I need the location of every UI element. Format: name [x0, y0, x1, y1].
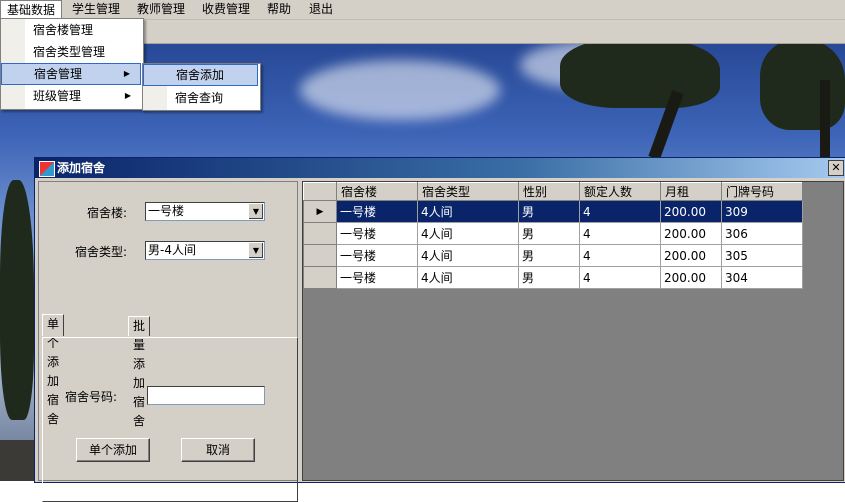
dorm-type-label: 宿舍类型: [75, 245, 128, 259]
ground [0, 440, 34, 481]
table-cell[interactable]: 4人间 [417, 200, 519, 223]
single-add-button[interactable]: 单个添加 [76, 438, 150, 462]
chevron-down-icon[interactable]: ▼ [248, 243, 263, 258]
tab-single-add[interactable]: 单个添加宿舍 [42, 314, 65, 426]
table-cell[interactable]: 男 [518, 200, 580, 223]
menu-bar: 基础数据 学生管理 教师管理 收费管理 帮助 退出 [0, 0, 845, 20]
cancel-button[interactable]: 取消 [181, 438, 255, 462]
row-header[interactable] [303, 244, 337, 267]
tree [560, 38, 720, 108]
table-cell[interactable]: 一号楼 [336, 222, 418, 245]
dorm-grid: 宿舍楼 宿舍类型 性别 额定人数 月租 门牌号码 ▶ 一号楼 4人间 男 4 2… [302, 181, 844, 481]
table-cell[interactable]: 男 [518, 266, 580, 289]
app-icon [39, 161, 55, 177]
table-cell[interactable]: 306 [721, 222, 803, 245]
dorm-number-input[interactable] [147, 386, 265, 405]
table-cell[interactable]: 304 [721, 266, 803, 289]
table-cell[interactable]: 200.00 [660, 200, 722, 223]
table-cell[interactable]: 4 [579, 222, 661, 245]
table-cell[interactable]: 4 [579, 244, 661, 267]
building-select[interactable]: 一号楼 ▼ [145, 202, 265, 221]
tree [0, 180, 34, 420]
submenu-arrow-icon: ▶ [124, 91, 131, 100]
menu-item-query-dorm[interactable]: 宿舍查询 [143, 87, 258, 109]
chevron-down-icon[interactable]: ▼ [248, 204, 263, 219]
menu-basic-data[interactable]: 基础数据 [0, 0, 63, 19]
table-cell[interactable]: 309 [721, 200, 803, 223]
dorm-submenu: 宿舍添加 宿舍查询 [142, 63, 261, 111]
dorm-type-select-value: 男-4人间 [148, 243, 196, 257]
table-row[interactable]: 一号楼 4人间 男 4 200.00 305 [303, 244, 803, 267]
table-cell[interactable]: 200.00 [660, 222, 722, 245]
row-header[interactable] [303, 222, 337, 245]
column-header[interactable]: 门牌号码 [721, 182, 803, 201]
menu-item-class-label: 班级管理 [33, 89, 82, 103]
table-row[interactable]: 一号楼 4人间 男 4 200.00 306 [303, 222, 803, 245]
table-row[interactable]: ▶ 一号楼 4人间 男 4 200.00 309 [303, 200, 803, 223]
table-cell[interactable]: 4 [579, 200, 661, 223]
menu-student[interactable]: 学生管理 [66, 0, 126, 18]
building-label: 宿舍楼: [87, 206, 128, 220]
menu-teacher[interactable]: 教师管理 [131, 0, 191, 18]
table-cell[interactable]: 男 [518, 244, 580, 267]
basic-data-dropdown: 宿舍楼管理 宿舍类型管理 宿舍管理 ▶ 班级管理 ▶ [0, 18, 144, 110]
table-cell[interactable]: 200.00 [660, 266, 722, 289]
submenu-arrow-icon: ▶ [123, 69, 130, 78]
column-header[interactable]: 性别 [518, 182, 580, 201]
dorm-table: 宿舍楼 宿舍类型 性别 额定人数 月租 门牌号码 ▶ 一号楼 4人间 男 4 2… [303, 182, 803, 289]
tab-batch-add[interactable]: 批量添加宿舍 [128, 316, 151, 428]
column-header[interactable]: 宿舍楼 [336, 182, 418, 201]
table-cell[interactable]: 4 [579, 266, 661, 289]
add-dorm-window: 添加宿舍 ✕ 宿舍楼: 一号楼 ▼ 宿舍类型: 男-4人间 ▼ 单个添加宿舍 批… [34, 157, 845, 502]
row-header[interactable] [303, 266, 337, 289]
table-row[interactable]: 一号楼 4人间 男 4 200.00 304 [303, 266, 803, 289]
table-cell[interactable]: 305 [721, 244, 803, 267]
menu-exit[interactable]: 退出 [303, 0, 339, 18]
menu-item-dorm[interactable]: 宿舍管理 ▶ [1, 63, 141, 85]
cloud [300, 60, 500, 120]
form-panel: 宿舍楼: 一号楼 ▼ 宿舍类型: 男-4人间 ▼ 单个添加宿舍 批量添加宿舍 宿… [38, 181, 298, 502]
dorm-number-label: 宿舍号码: [65, 390, 118, 404]
menu-item-class[interactable]: 班级管理 ▶ [1, 85, 141, 107]
table-cell[interactable]: 4人间 [417, 222, 519, 245]
tree [760, 40, 845, 130]
tree-trunk [820, 80, 830, 160]
table-cell[interactable]: 4人间 [417, 266, 519, 289]
table-cell[interactable]: 男 [518, 222, 580, 245]
building-select-value: 一号楼 [148, 204, 185, 218]
menu-help[interactable]: 帮助 [261, 0, 297, 18]
menu-item-building[interactable]: 宿舍楼管理 [1, 19, 141, 41]
table-cell[interactable]: 一号楼 [336, 266, 418, 289]
current-row-icon[interactable]: ▶ [303, 200, 337, 223]
window-titlebar[interactable]: 添加宿舍 ✕ [35, 158, 845, 178]
menu-fees[interactable]: 收费管理 [196, 0, 256, 18]
column-header[interactable]: 宿舍类型 [417, 182, 519, 201]
tab-page-single: 宿舍号码: 单个添加 取消 [42, 337, 298, 502]
row-header-corner [303, 182, 337, 201]
column-header[interactable]: 额定人数 [579, 182, 661, 201]
table-cell[interactable]: 一号楼 [336, 244, 418, 267]
column-header[interactable]: 月租 [660, 182, 722, 201]
menu-item-add-dorm[interactable]: 宿舍添加 [143, 64, 258, 86]
table-header-row: 宿舍楼 宿舍类型 性别 额定人数 月租 门牌号码 [303, 182, 803, 201]
table-cell[interactable]: 4人间 [417, 244, 519, 267]
table-cell[interactable]: 200.00 [660, 244, 722, 267]
menu-item-dorm-type[interactable]: 宿舍类型管理 [1, 41, 141, 63]
menu-item-dorm-label: 宿舍管理 [34, 67, 83, 81]
window-title: 添加宿舍 [57, 161, 106, 175]
dorm-type-select[interactable]: 男-4人间 ▼ [145, 241, 265, 260]
table-cell[interactable]: 一号楼 [336, 200, 418, 223]
close-icon[interactable]: ✕ [828, 160, 844, 176]
